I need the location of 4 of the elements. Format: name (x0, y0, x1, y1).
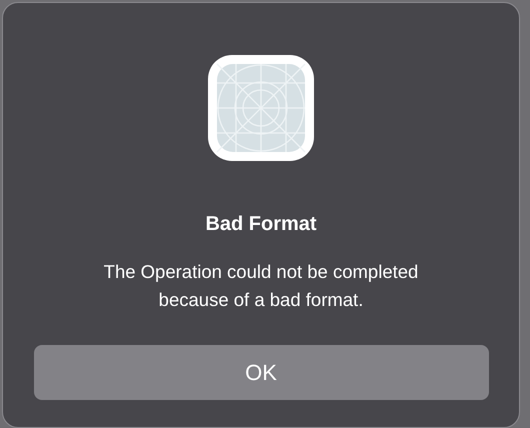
app-icon (208, 55, 314, 161)
ok-button[interactable]: OK (34, 345, 488, 400)
dialog-title: Bad Format (205, 213, 317, 236)
dialog-message: The Operation could not be completed because of a bad format. (102, 260, 420, 312)
